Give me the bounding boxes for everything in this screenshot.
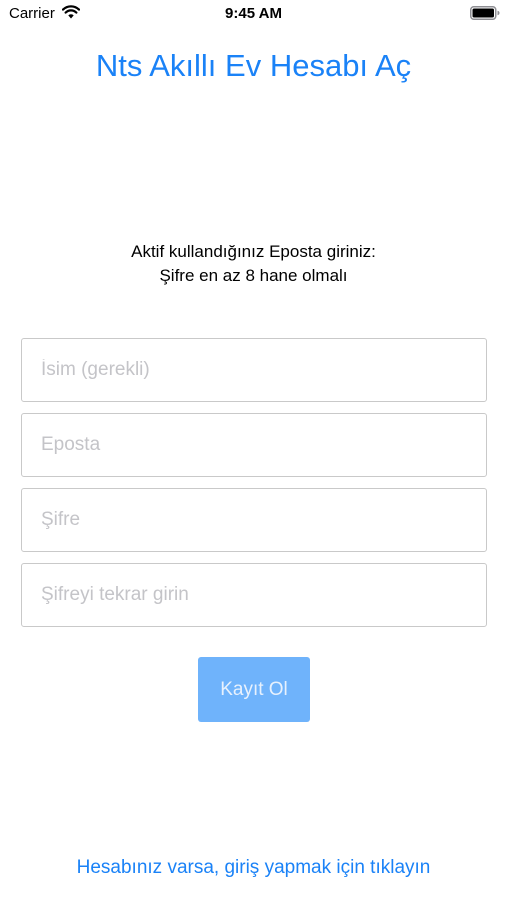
register-button[interactable]: Kayıt Ol (198, 657, 310, 722)
instructions: Aktif kullandığınız Eposta giriniz: Şifr… (0, 240, 507, 288)
password-field[interactable] (21, 488, 487, 552)
email-field[interactable] (21, 413, 487, 477)
status-time: 9:45 AM (225, 5, 282, 22)
instructions-password-hint: Şifre en az 8 hane olmalı (159, 266, 348, 285)
instructions-email-hint: Aktif kullandığınız Eposta giriniz: (131, 242, 376, 261)
login-link[interactable]: Hesabınız varsa, giriş yapmak için tıkla… (0, 855, 507, 881)
page-title: Nts Akıllı Ev Hesabı Aç (95, 48, 412, 83)
password-repeat-field[interactable] (21, 563, 487, 627)
status-bar: Carrier 9:45 AM (0, 0, 507, 28)
name-field[interactable] (21, 338, 487, 402)
battery-icon (470, 6, 500, 20)
